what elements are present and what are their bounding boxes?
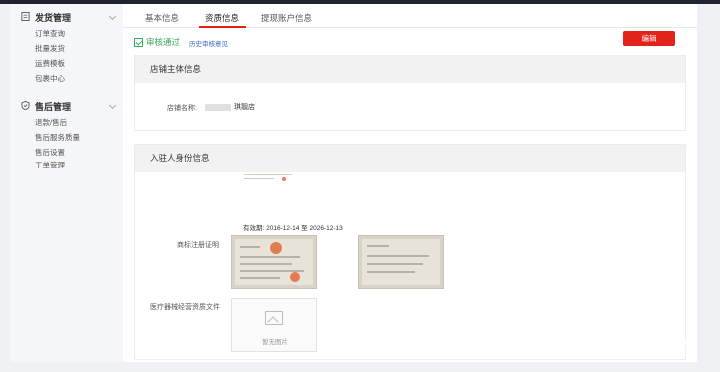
review-status-text: 审核通过 [146, 37, 181, 47]
image-icon [265, 311, 283, 325]
sidebar-item-package-center[interactable]: 包裹中心 [10, 71, 123, 86]
sidebar-item-order-query[interactable]: 订单查询 [10, 26, 123, 41]
sidebar-item-ticket[interactable]: 工单管理 [10, 160, 123, 168]
nav-group-aftersale: 售后管理 退款/售后 售后服务质量 售后设置 工单管理 [10, 97, 123, 168]
tab-bar: 基本信息 资质信息 提现账户信息 [123, 4, 697, 28]
id-info-section: 入驻人身份信息 有效期: 2016-12-14 至 2026-12-13 商标注… [134, 144, 686, 360]
chevron-down-icon[interactable] [108, 12, 117, 21]
tab-basic-info[interactable]: 基本信息 [145, 12, 179, 24]
check-square-icon [134, 37, 143, 47]
history-review-link[interactable]: 历史审核意见 [189, 38, 228, 48]
validity-period: 有效期: 2016-12-14 至 2026-12-13 [243, 225, 343, 232]
trademark-label: 商标注册证明 [177, 242, 219, 249]
sidebar-item-batch-ship[interactable]: 批量发货 [10, 41, 123, 56]
placeholder-text: 暂无图片 [262, 339, 288, 346]
nav-group-title: 售后管理 [35, 102, 72, 112]
sidebar-item-aftersale-settings[interactable]: 售后设置 [10, 145, 123, 160]
tab-withdraw-account[interactable]: 提现账户信息 [261, 12, 312, 24]
trademark-certificate-image[interactable] [231, 235, 317, 289]
sidebar: 发货管理 订单查询 批量发货 运费模板 包裹中心 售后管理 退款/售后 售后服务… [10, 4, 123, 362]
section-title: 入驻人身份信息 [135, 145, 685, 172]
review-status: 审核通过 [134, 36, 180, 48]
shield-icon [21, 101, 30, 110]
edit-button[interactable]: 编辑 [623, 31, 675, 46]
sidebar-item-refund[interactable]: 退款/售后 [10, 115, 123, 130]
main-panel: 基本信息 资质信息 提现账户信息 审核通过 历史审核意见 编辑 店铺主体信息 店… [123, 4, 697, 362]
shop-name-label: 店铺名称: [167, 105, 197, 112]
shop-name-value: 琪靓店 [205, 102, 255, 112]
sidebar-item-service-quality[interactable]: 售后服务质量 [10, 130, 123, 145]
nav-group-shipping: 发货管理 订单查询 批量发货 运费模板 包裹中心 [10, 8, 123, 86]
active-tab-indicator [199, 26, 246, 28]
chevron-down-icon[interactable] [108, 101, 117, 110]
shop-name-text: 琪靓店 [234, 104, 255, 111]
redacted-text [205, 103, 231, 111]
section-title: 店铺主体信息 [135, 56, 685, 83]
image-fragment [244, 174, 292, 181]
nav-group-title: 发货管理 [35, 13, 72, 23]
watermark: 知乎 @三笙 [590, 338, 691, 359]
sidebar-item-shipping-template[interactable]: 运费模板 [10, 56, 123, 71]
nav-group-header-shipping[interactable]: 发货管理 [10, 8, 123, 26]
shop-info-section: 店铺主体信息 店铺名称: 琪靓店 [134, 55, 686, 131]
tab-qualification[interactable]: 资质信息 [205, 12, 239, 24]
document-icon [21, 12, 30, 21]
trademark-certificate-back-image[interactable] [358, 235, 444, 289]
nav-group-header-aftersale[interactable]: 售后管理 [10, 97, 123, 115]
medical-license-label: 医疗器械经营资质文件 [150, 304, 220, 311]
no-image-placeholder: 暂无图片 [231, 298, 317, 352]
